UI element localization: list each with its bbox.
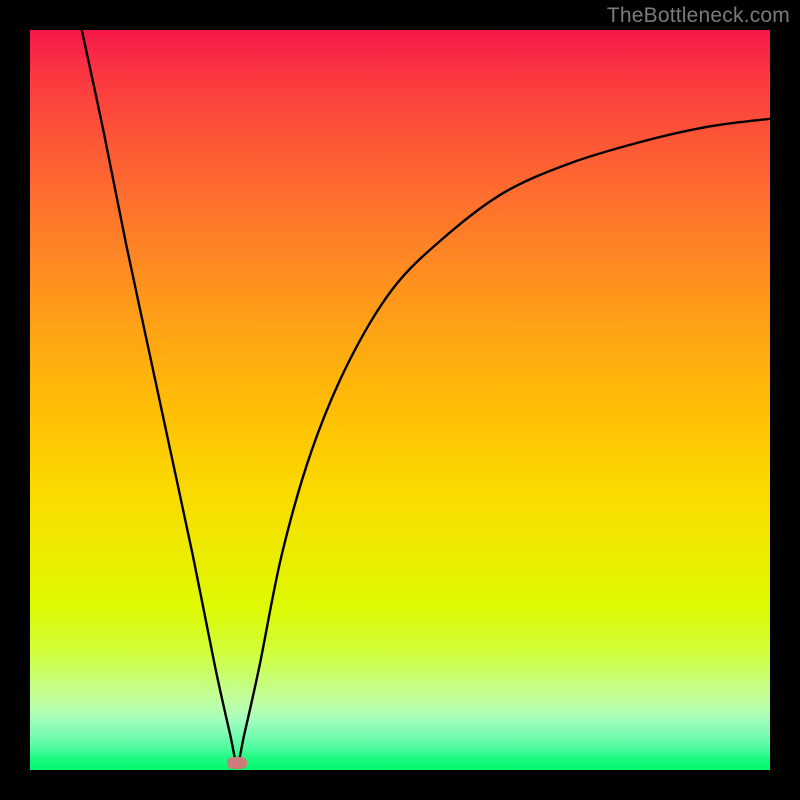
optimum-marker bbox=[227, 757, 247, 769]
bottleneck-curve bbox=[82, 30, 770, 763]
curve-layer bbox=[30, 30, 770, 770]
plot-area bbox=[30, 30, 770, 770]
chart-frame: TheBottleneck.com bbox=[0, 0, 800, 800]
watermark-text: TheBottleneck.com bbox=[607, 4, 790, 28]
